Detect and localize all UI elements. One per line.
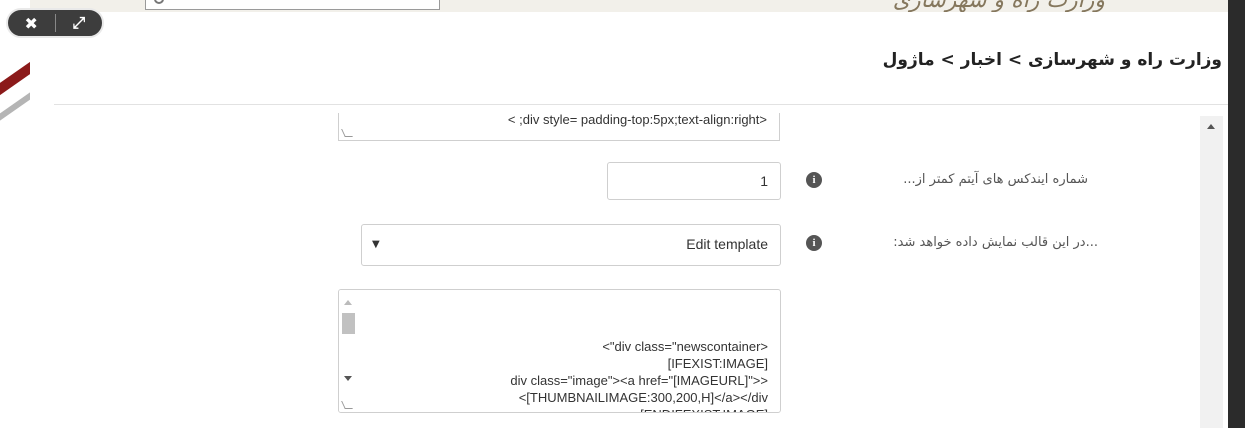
divider	[54, 104, 1228, 105]
header-template-textarea[interactable]: < ;div style= padding-top:5px;text-align…	[338, 113, 780, 141]
resize-handle-icon[interactable]	[341, 129, 353, 137]
search-icon	[154, 0, 164, 4]
scroll-down-icon[interactable]	[344, 376, 352, 381]
window-controls: ✖ ⤢	[6, 8, 104, 38]
scroll-up-icon[interactable]	[1207, 124, 1215, 129]
module-settings-dialog: وزارت راه و شهرسازی > اخبار > ماژول < ;d…	[30, 12, 1228, 428]
template-code-content: <"div class="newscontainer> [IFEXIST:IMA…	[510, 339, 768, 412]
template-select-value: Edit template	[686, 236, 768, 252]
dialog-scrollbar[interactable]	[1200, 116, 1223, 428]
chevron-down-icon: ▼	[372, 239, 380, 250]
background-page-left	[0, 0, 48, 428]
background-search-box	[145, 0, 440, 10]
dialog-title: وزارت راه و شهرسازی > اخبار > ماژول	[882, 50, 1222, 70]
overlay-edge	[1228, 0, 1245, 428]
template-code-textarea[interactable]: <"div class="newscontainer> [IFEXIST:IMA…	[338, 289, 781, 413]
item-index-input[interactable]: 1	[607, 162, 781, 200]
close-icon[interactable]: ✖	[8, 10, 55, 36]
scroll-thumb[interactable]	[342, 313, 355, 334]
display-template-label: ...در این قالب نمایش داده خواهد شد:	[893, 235, 1098, 250]
template-select[interactable]: ▼ Edit template	[361, 224, 781, 266]
expand-icon[interactable]: ⤢	[55, 10, 102, 36]
info-icon[interactable]: i	[806, 172, 822, 188]
textarea-content: < ;div style= padding-top:5px;text-align…	[507, 113, 767, 127]
textarea-scrollbar[interactable]	[339, 290, 356, 412]
scroll-up-icon[interactable]	[344, 300, 352, 305]
item-index-label: شماره ایندکس های آیتم کمتر از...	[903, 172, 1088, 187]
info-icon[interactable]: i	[806, 235, 822, 251]
